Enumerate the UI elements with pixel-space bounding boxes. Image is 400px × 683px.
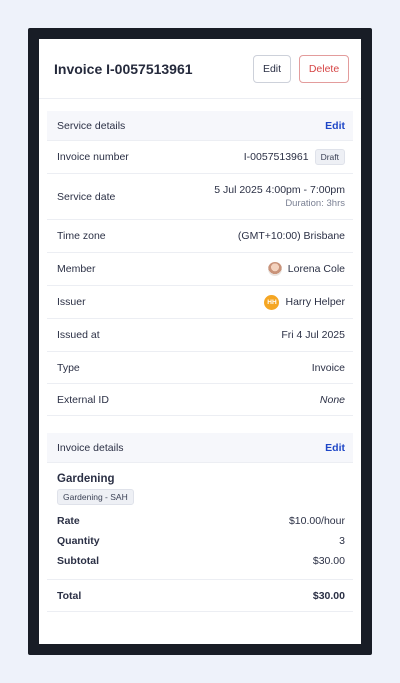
service-date-value-wrap: 5 Jul 2025 4:00pm - 7:00pm Duration: 3hr… — [214, 184, 345, 209]
issued-at-label: Issued at — [57, 329, 100, 341]
duration-label: Duration: — [285, 198, 324, 209]
member-link[interactable]: Lorena Cole — [267, 262, 345, 276]
issued-at-row: Issued at Fri 4 Jul 2025 — [47, 319, 353, 352]
duration: Duration: 3hrs — [214, 198, 345, 209]
edit-invoice-details-link[interactable]: Edit — [325, 442, 345, 454]
member-name: Lorena Cole — [287, 263, 345, 275]
issued-at-value: Fri 4 Jul 2025 — [281, 329, 345, 341]
time-zone-value: (GMT+10:00) Brisbane — [237, 230, 345, 242]
invoice-details-header: Invoice details Edit — [47, 433, 353, 463]
header-actions: Edit Delete — [253, 54, 349, 83]
member-avatar — [267, 262, 282, 276]
type-row: Type Invoice — [47, 352, 353, 384]
quantity-value: 3 — [339, 535, 345, 547]
type-label: Type — [57, 361, 80, 374]
service-date-label: Service date — [57, 190, 116, 203]
invoice-number-value: I-0057513961 — [243, 150, 309, 163]
line-item: Gardening Gardening - SAH — [47, 463, 353, 505]
issuer-label: Issuer — [57, 296, 86, 308]
issuer-avatar: HH — [264, 294, 280, 310]
issuer-name: Harry Helper — [285, 296, 345, 308]
external-id-label: External ID — [57, 393, 109, 406]
device-frame: Invoice I-0057513961 Edit Delete Service… — [28, 28, 372, 655]
member-label: Member — [57, 263, 96, 275]
subtotal-label: Subtotal — [57, 555, 99, 567]
service-details-section: Service details Edit Invoice number I-00… — [47, 111, 353, 416]
service-date-row: Service date 5 Jul 2025 4:00pm - 7:00pm … — [47, 174, 353, 220]
invoice-details-section: Invoice details Edit Gardening Gardening… — [47, 433, 353, 612]
external-id-value: None — [319, 393, 345, 406]
rate-row: Rate $10.00/hour — [47, 511, 353, 531]
edit-invoice-button[interactable]: Edit — [253, 54, 291, 83]
edit-service-details-link[interactable]: Edit — [325, 120, 345, 132]
member-row: Member Lorena Cole — [47, 253, 353, 286]
issuer-row: Issuer HH Harry Helper — [47, 286, 353, 319]
invoice-card: Invoice I-0057513961 Edit Delete Service… — [39, 39, 361, 644]
page-title: Invoice I-0057513961 — [54, 60, 193, 77]
subtotal-value: $30.00 — [312, 555, 345, 567]
total-value: $30.00 — [312, 589, 345, 602]
external-id-row: External ID None — [47, 384, 353, 416]
service-details-title: Service details — [57, 119, 126, 132]
line-item-amounts: Rate $10.00/hour Quantity 3 Subtotal $30… — [47, 505, 353, 580]
invoice-details-title: Invoice details — [57, 441, 124, 454]
quantity-row: Quantity 3 — [47, 531, 353, 551]
rate-value: $10.00/hour — [288, 515, 345, 527]
total-label: Total — [57, 589, 82, 602]
line-item-name: Gardening — [57, 473, 115, 485]
service-details-header: Service details Edit — [47, 111, 353, 141]
delete-invoice-button[interactable]: Delete — [299, 54, 349, 83]
total-row: Total $30.00 — [47, 580, 353, 612]
rate-label: Rate — [57, 515, 80, 527]
issuer-link[interactable]: HH Harry Helper — [264, 294, 345, 310]
invoice-header: Invoice I-0057513961 Edit Delete — [39, 39, 361, 99]
time-zone-label: Time zone — [57, 230, 106, 242]
status-badge: Draft — [314, 149, 345, 165]
type-value: Invoice — [311, 361, 345, 374]
subtotal-row: Subtotal $30.00 — [47, 551, 353, 571]
invoice-number-label: Invoice number — [57, 151, 129, 163]
invoice-number-row: Invoice number I-0057513961 Draft — [47, 141, 353, 174]
time-zone-row: Time zone (GMT+10:00) Brisbane — [47, 220, 353, 253]
duration-value: 3hrs — [326, 198, 345, 209]
service-date-value: 5 Jul 2025 4:00pm - 7:00pm — [214, 184, 345, 196]
line-item-tag: Gardening - SAH — [57, 489, 134, 505]
quantity-label: Quantity — [57, 535, 100, 547]
invoice-number-value-wrap: I-0057513961 Draft — [244, 149, 345, 165]
